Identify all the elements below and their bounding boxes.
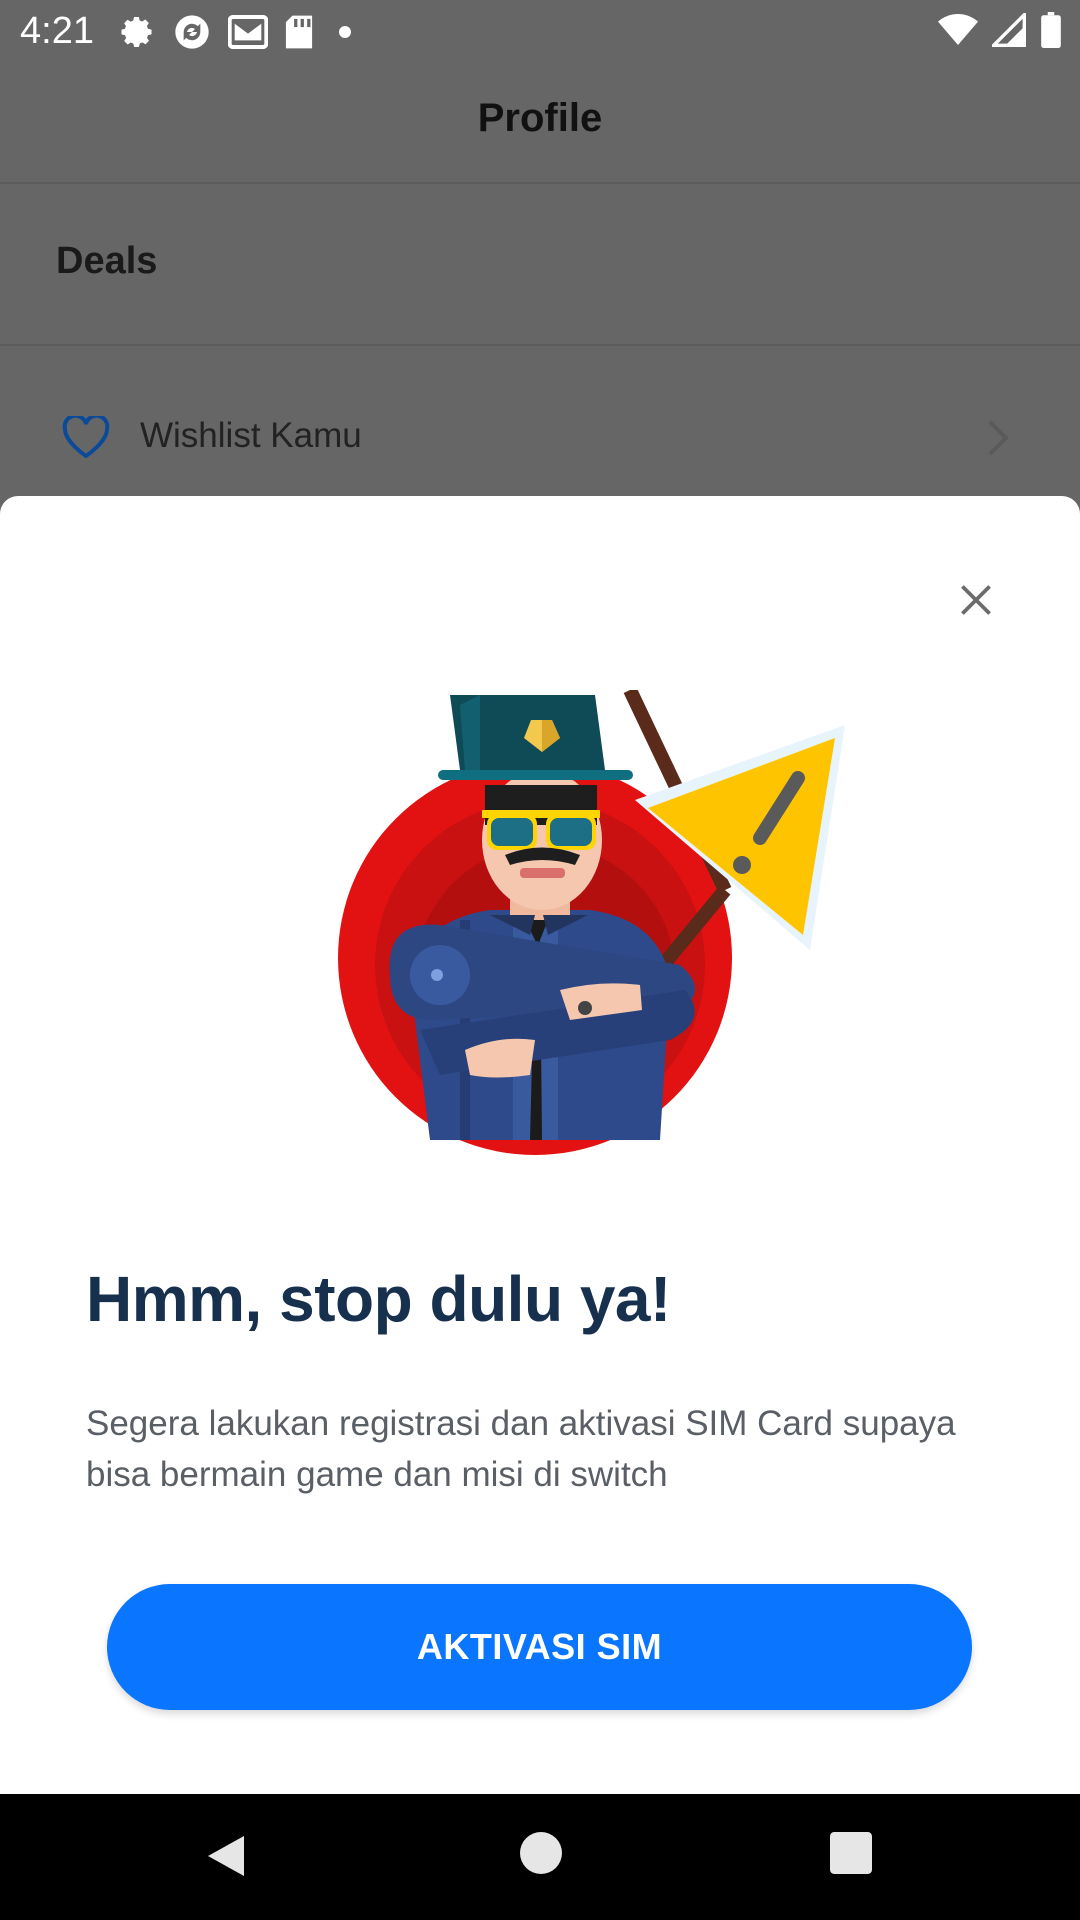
system-icons xyxy=(938,10,1062,53)
deals-section: Deals xyxy=(0,184,1080,346)
battery-icon xyxy=(1040,12,1062,53)
sd-card-icon xyxy=(284,14,314,50)
home-icon[interactable] xyxy=(520,1832,562,1879)
recents-icon[interactable] xyxy=(830,1832,872,1879)
wishlist-row[interactable]: Wishlist Kamu xyxy=(0,346,1080,496)
heart-icon xyxy=(62,413,110,463)
notification-icons xyxy=(120,12,360,52)
wifi-icon xyxy=(938,13,978,52)
wishlist-label: Wishlist Kamu xyxy=(140,416,362,455)
sync-icon xyxy=(172,12,212,52)
activate-sim-button[interactable]: AKTIVASI SIM xyxy=(107,1584,972,1710)
app-header: Profile xyxy=(0,62,1080,184)
section-label-deals: Deals xyxy=(56,240,158,282)
status-bar: 4:21 xyxy=(0,0,1080,62)
sheet-title: Hmm, stop dulu ya! xyxy=(86,1263,671,1335)
signal-icon xyxy=(989,10,1026,52)
close-icon xyxy=(961,585,991,615)
dot-icon xyxy=(330,17,360,47)
mail-icon xyxy=(228,14,268,50)
police-warning-illustration xyxy=(338,690,845,1155)
close-button[interactable] xyxy=(948,572,1004,628)
navigation-bar xyxy=(0,1794,1080,1920)
chevron-right-icon xyxy=(986,418,1010,463)
back-icon[interactable] xyxy=(204,1832,248,1885)
status-time: 4:21 xyxy=(20,10,94,52)
page-title: Profile xyxy=(477,96,603,140)
sheet-description: Segera lakukan registrasi dan aktivasi S… xyxy=(86,1404,956,1494)
gear-icon xyxy=(120,14,156,50)
